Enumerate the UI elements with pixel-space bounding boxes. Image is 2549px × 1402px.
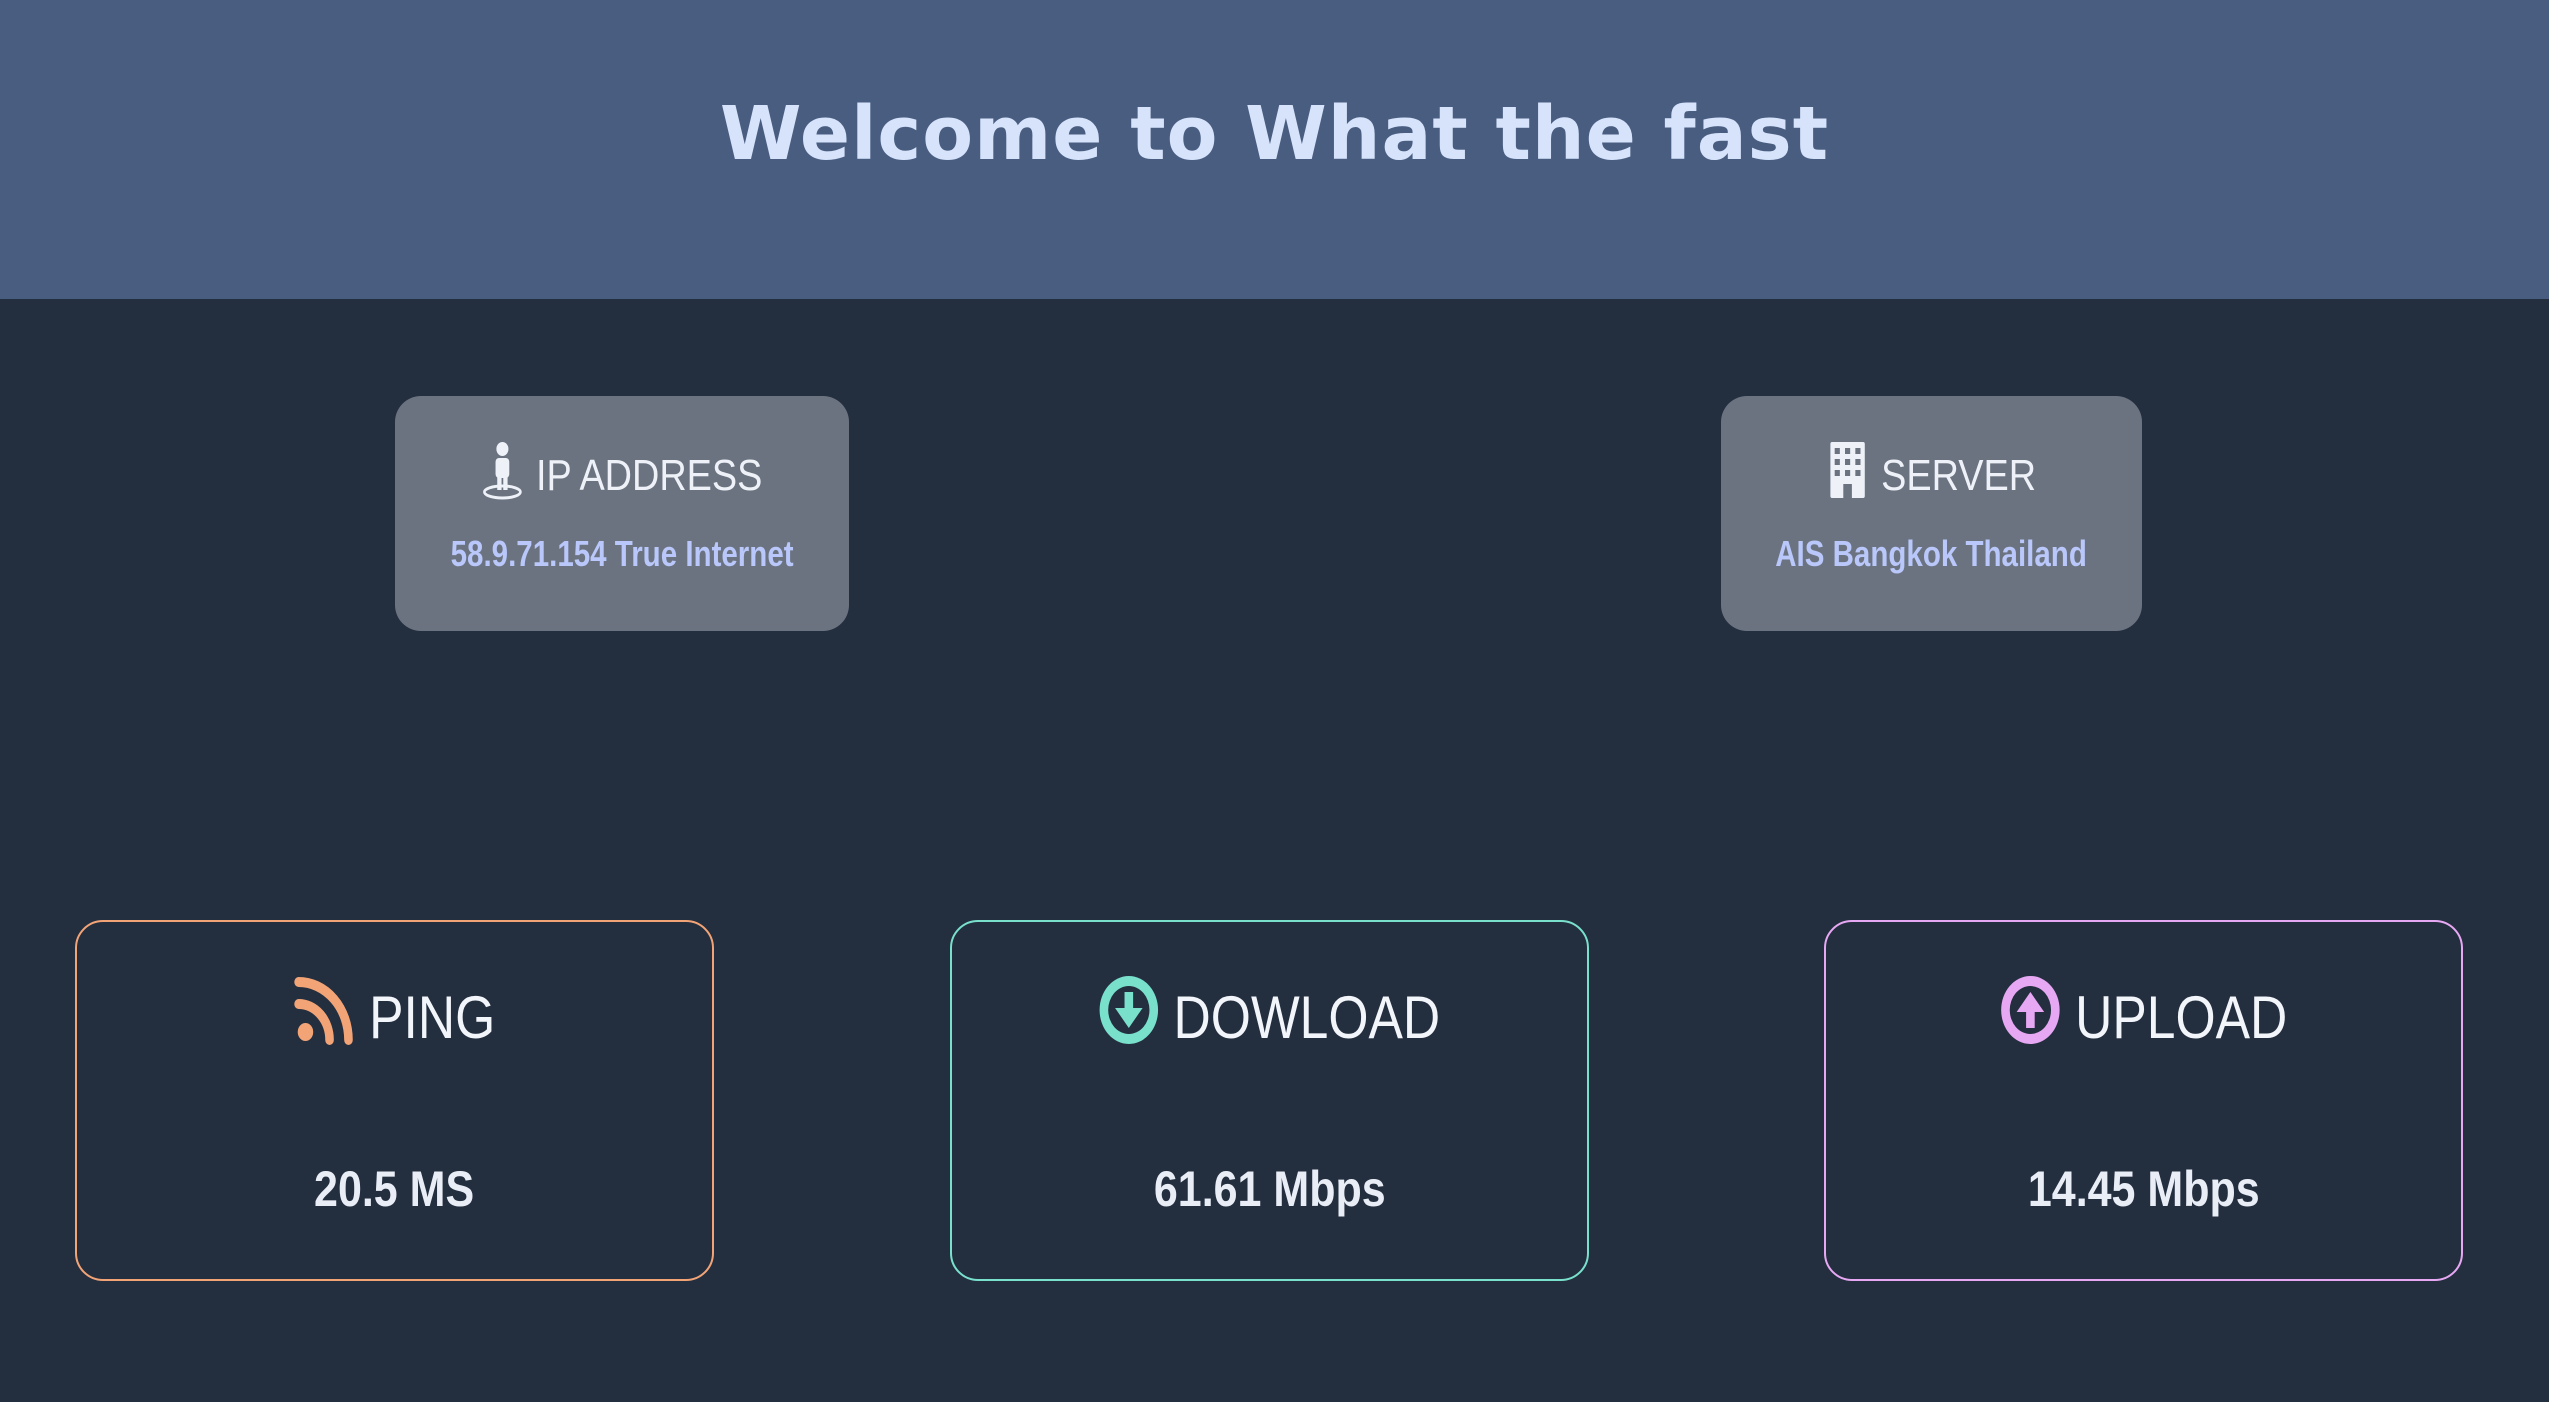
upload-label: UPLOAD (2075, 983, 2288, 1051)
download-card: DOWLOAD 61.61 Mbps (950, 920, 1589, 1281)
ip-address-heading: IP ADDRESS (481, 440, 763, 511)
download-label: DOWLOAD (1174, 983, 1441, 1051)
ping-label: PING (369, 983, 496, 1051)
arrow-circle-down-icon (1098, 974, 1160, 1060)
ping-card: PING 20.5 MS (75, 920, 714, 1281)
ip-address-value: 58.9.71.154 True Internet (450, 533, 794, 574)
upload-value: 14.45 Mbps (2027, 1161, 2260, 1217)
arrow-circle-up-icon (2000, 974, 2062, 1060)
ping-heading: PING (294, 974, 496, 1060)
building-icon (1827, 440, 1870, 511)
upload-card: UPLOAD 14.45 Mbps (1824, 920, 2463, 1281)
download-heading: DOWLOAD (1098, 974, 1441, 1060)
ip-address-label: IP ADDRESS (536, 450, 763, 500)
page-title: Welcome to What the fast (719, 90, 1830, 177)
server-heading: SERVER (1827, 440, 2037, 511)
page-header: Welcome to What the fast (0, 0, 2549, 299)
server-value: AIS Bangkok Thailand (1775, 533, 2088, 574)
rss-icon (294, 974, 356, 1060)
server-card: SERVER AIS Bangkok Thailand (1721, 396, 2142, 631)
ip-address-card: IP ADDRESS 58.9.71.154 True Internet (395, 396, 849, 631)
ping-value: 20.5 MS (314, 1161, 475, 1217)
server-label: SERVER (1881, 450, 2037, 500)
street-view-icon (481, 440, 524, 511)
download-value: 61.61 Mbps (1153, 1161, 1386, 1217)
upload-heading: UPLOAD (2000, 974, 2288, 1060)
